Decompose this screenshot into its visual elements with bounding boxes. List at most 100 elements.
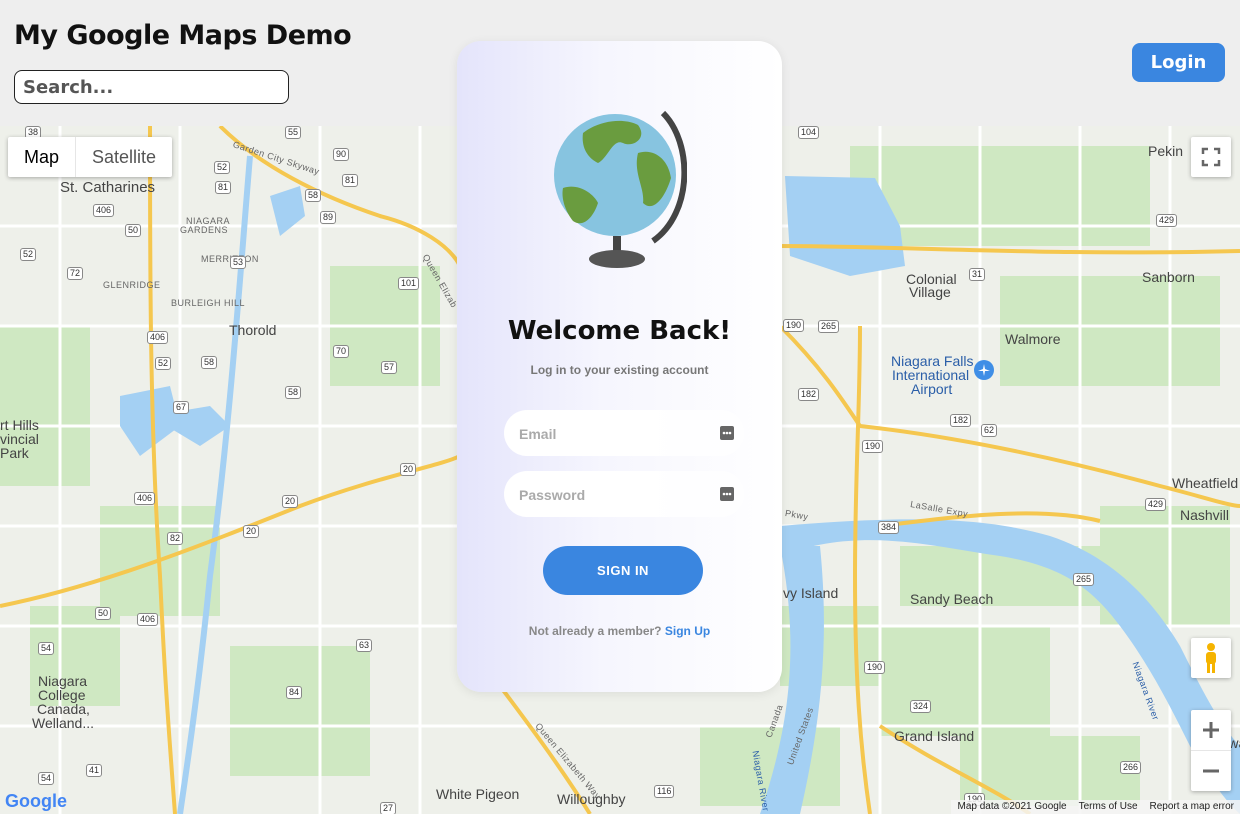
signup-prompt-text: Not already a member? — [528, 624, 662, 638]
route-shield: 62 — [981, 424, 998, 437]
email-input[interactable] — [517, 410, 711, 458]
route-shield: 265 — [818, 320, 840, 333]
route-shield: 20 — [243, 525, 260, 538]
signup-prompt: Not already a member? Sign Up — [457, 624, 782, 638]
globe-icon — [554, 110, 687, 268]
app-title: My Google Maps Demo — [14, 20, 352, 51]
place-label: GARDENS — [180, 225, 229, 235]
route-shield: 266 — [1120, 761, 1142, 774]
place-label: GLENRIDGE — [103, 280, 161, 290]
sign-up-link[interactable]: Sign Up — [665, 624, 710, 638]
map-type-map-button[interactable]: Map — [8, 137, 75, 177]
route-shield: 84 — [286, 686, 303, 699]
google-logo[interactable]: Google — [5, 791, 67, 812]
fullscreen-button[interactable] — [1191, 137, 1231, 177]
route-shield: 190 — [862, 440, 884, 453]
place-label: Wheatfield — [1172, 475, 1239, 491]
place-label: Grand Island — [894, 728, 975, 744]
place-label: Village — [909, 284, 951, 300]
place-label: BURLEIGH HILL — [171, 298, 246, 308]
route-shield: 63 — [356, 639, 373, 652]
email-field-wrapper — [504, 410, 744, 458]
map-type-satellite-button[interactable]: Satellite — [75, 137, 172, 177]
place-label: Welland... — [32, 715, 94, 731]
map-footer: Map data ©2021 Google Terms of Use Repor… — [951, 800, 1240, 814]
route-shield: 190 — [864, 661, 886, 674]
route-shield: 52 — [20, 248, 37, 261]
route-shield: 57 — [381, 361, 398, 374]
route-shield: 101 — [398, 277, 420, 290]
login-button[interactable]: Login — [1132, 43, 1225, 82]
map-type-control: Map Satellite — [8, 137, 173, 177]
route-shield: 27 — [380, 802, 397, 814]
card-title: Welcome Back! — [507, 316, 732, 346]
report-map-error-link[interactable]: Report a map error — [1150, 800, 1234, 814]
place-label: vy Island — [783, 585, 839, 601]
route-shield: 50 — [125, 224, 142, 237]
route-shield: 406 — [147, 331, 169, 344]
route-shield: 406 — [93, 204, 115, 217]
route-shield: 81 — [342, 174, 359, 187]
route-shield: 67 — [173, 401, 190, 414]
route-shield: 406 — [134, 492, 156, 505]
zoom-control — [1191, 710, 1231, 791]
route-shield: 406 — [137, 613, 159, 626]
route-shield: 116 — [654, 785, 675, 798]
search-input[interactable] — [14, 70, 289, 104]
place-label: Sandy Beach — [910, 591, 994, 607]
route-shield: 429 — [1145, 498, 1167, 511]
place-label: St. Catharines — [60, 179, 156, 196]
route-shield: 31 — [969, 268, 986, 281]
password-input[interactable] — [517, 471, 711, 519]
route-shield: 20 — [400, 463, 417, 476]
route-shield: 52 — [155, 357, 172, 370]
route-shield: 182 — [950, 414, 972, 427]
place-label: Pekin — [1148, 143, 1184, 159]
card-subtitle: Log in to your existing account — [530, 363, 709, 377]
airport-icon — [974, 360, 994, 380]
street-view-pegman[interactable] — [1191, 638, 1231, 678]
route-shield: 41 — [86, 764, 103, 777]
zoom-in-button[interactable] — [1191, 710, 1231, 751]
route-shield: 58 — [201, 356, 218, 369]
route-shield: 72 — [67, 267, 84, 280]
route-shield: 20 — [282, 495, 299, 508]
place-label: White Pigeon — [436, 786, 520, 802]
route-shield: 324 — [910, 700, 932, 713]
route-shield: 53 — [230, 256, 247, 269]
route-shield: 70 — [333, 345, 350, 358]
route-shield: 104 — [798, 126, 820, 139]
zoom-out-button[interactable] — [1191, 751, 1231, 791]
password-field-wrapper — [504, 471, 744, 519]
map-data-attribution: Map data ©2021 Google — [957, 801, 1067, 812]
place-label: Airport — [911, 381, 953, 397]
route-shield: 55 — [285, 126, 302, 139]
minus-icon — [1203, 769, 1219, 773]
route-shield: 54 — [38, 642, 55, 655]
pegman-icon — [1206, 643, 1216, 673]
fullscreen-icon — [1201, 147, 1221, 167]
route-shield: 265 — [1073, 573, 1095, 586]
route-shield: 52 — [214, 161, 231, 174]
route-shield: 90 — [333, 148, 350, 161]
google-logo-text: Google — [5, 791, 67, 811]
route-shield: 82 — [167, 532, 184, 545]
terms-of-use-link[interactable]: Terms of Use — [1079, 800, 1138, 814]
place-label: Nashvill — [1180, 507, 1230, 523]
place-label: Sanborn — [1142, 269, 1195, 285]
place-label: Thorold — [229, 322, 277, 338]
route-shield: 58 — [285, 386, 302, 399]
route-shield: 58 — [305, 189, 322, 202]
route-shield: 54 — [38, 772, 55, 785]
password-manager-icon[interactable] — [720, 426, 734, 440]
route-shield: 182 — [798, 388, 820, 401]
route-shield: 81 — [215, 181, 232, 194]
plus-icon — [1203, 722, 1219, 738]
route-shield: 50 — [95, 607, 112, 620]
login-card: Welcome Back! Log in to your existing ac… — [457, 41, 782, 692]
sign-in-button[interactable]: SIGN IN — [543, 546, 703, 595]
place-label: Park — [0, 445, 29, 461]
route-shield: 190 — [783, 319, 805, 332]
route-shield: 89 — [320, 211, 337, 224]
password-manager-icon[interactable] — [720, 487, 734, 501]
